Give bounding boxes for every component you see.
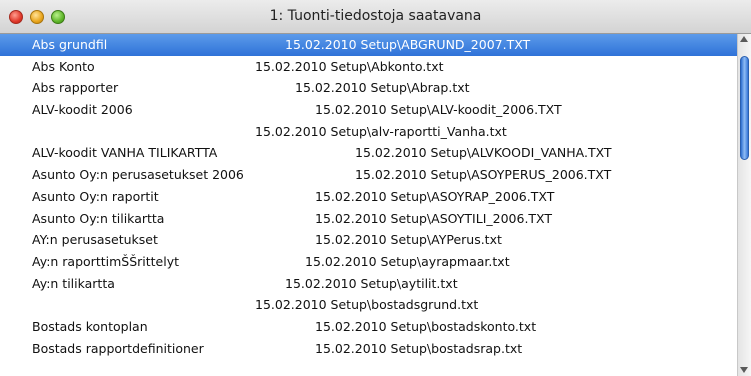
- list-item-name: Asunto Oy:n perusasetukset 2006: [32, 167, 244, 183]
- list-item-file-info: 15.02.2010 Setup\bostadskonto.txt: [315, 318, 537, 334]
- list-item[interactable]: 15.02.2010 Setup\bostadsgrund.txt: [0, 294, 737, 316]
- list-item-name: Bostads kontoplan: [32, 318, 148, 334]
- list-item-file-info: 15.02.2010 Setup\aytilit.txt: [285, 275, 458, 291]
- list-item-file-info: 15.02.2010 Setup\Abrap.txt: [295, 80, 470, 96]
- scroll-thumb[interactable]: [740, 56, 749, 160]
- scroll-up-arrow-icon[interactable]: [740, 36, 748, 42]
- list-item[interactable]: ALV-koodit 2006 15.02.2010 Setup\ALV-kood…: [0, 99, 737, 121]
- list-item-file-info: 15.02.2010 Setup\ALV-koodit_2006.TXT: [315, 102, 562, 118]
- list-item-name: ALV-koodit VANHA TILIKARTTA: [32, 145, 218, 161]
- list-item-name: Ay:n tilikartta: [32, 275, 115, 291]
- list-item-name: Asunto Oy:n raportit: [32, 188, 159, 204]
- list-item[interactable]: Bostads rapportdefinitioner 15.02.2010 Se…: [0, 338, 737, 360]
- list-item-name: Abs rapporter: [32, 80, 119, 96]
- list-item-name: Ay:n raporttimŠŠrittelyt: [32, 253, 180, 269]
- list-item-file-info: 15.02.2010 Setup\ASOYRAP_2006.TXT: [315, 188, 555, 204]
- list-item-name: ALV-koodit 2006: [32, 102, 133, 118]
- list-item-name: Bostads rapportdefinitioner: [32, 340, 204, 356]
- list-item[interactable]: Bostads kontoplan 15.02.2010 Setup\bostad…: [0, 316, 737, 338]
- vertical-scrollbar[interactable]: [737, 34, 751, 376]
- list-item[interactable]: 15.02.2010 Setup\alv-raportti_Vanha.txt: [0, 121, 737, 143]
- list-item-name: Abs Konto: [32, 58, 95, 74]
- list-item[interactable]: AY:n perusasetukset 15.02.2010 Setup\AYPe…: [0, 229, 737, 251]
- list-item-file-info: 15.02.2010 Setup\ABGRUND_2007.TXT: [285, 37, 531, 52]
- list-item[interactable]: Ay:n tilikartta 15.02.2010 Setup\aytilit.…: [0, 273, 737, 295]
- list-item-file-info: 15.02.2010 Setup\bostadsgrund.txt: [255, 297, 479, 313]
- list-item[interactable]: Asunto Oy:n tilikartta 15.02.2010 Setup\A…: [0, 208, 737, 230]
- window-title: 1: Tuonti-tiedostoja saatavana: [269, 8, 482, 24]
- list-item-file-info: 15.02.2010 Setup\ayrapmaar.txt: [305, 253, 510, 269]
- list-item-file-info: 15.02.2010 Setup\ASOYPERUS_2006.TXT: [355, 167, 612, 183]
- list-item-name: Asunto Oy:n tilikartta: [32, 210, 165, 226]
- minimize-window-icon[interactable]: [30, 10, 44, 24]
- list-item-file-info: 15.02.2010 Setup\ASOYTILI_2006.TXT: [315, 210, 553, 226]
- list-item[interactable]: Asunto Oy:n raportit 15.02.2010 Setup\ASO…: [0, 186, 737, 208]
- list-item-file-info: 15.02.2010 Setup\bostadsrap.txt: [315, 340, 523, 356]
- list-item-file-info: 15.02.2010 Setup\AYPerus.txt: [315, 232, 502, 248]
- zoom-window-icon[interactable]: [51, 10, 65, 24]
- list-item-name: Abs grundfil: [32, 37, 108, 52]
- list-item-file-info: 15.02.2010 Setup\Abkonto.txt: [255, 58, 444, 74]
- list-item-file-info: 15.02.2010 Setup\ALVKOODI_VANHA.TXT: [355, 145, 612, 161]
- list-item-name: AY:n perusasetukset: [32, 232, 158, 248]
- list-item[interactable]: Ay:n raporttimŠŠrittelyt 15.02.2010 Setup…: [0, 251, 737, 273]
- list-item[interactable]: Abs grundfil 15.02.2010 Setup\ABGRUND_200…: [0, 34, 737, 56]
- scroll-down-arrow-icon[interactable]: [740, 367, 748, 373]
- list-item-file-info: 15.02.2010 Setup\alv-raportti_Vanha.txt: [255, 123, 507, 139]
- list-item[interactable]: Abs Konto 15.02.2010 Setup\Abkonto.txt: [0, 56, 737, 78]
- close-window-icon[interactable]: [9, 10, 23, 24]
- list-item[interactable]: ALV-koodit VANHA TILIKARTTA 15.02.2010 Se…: [0, 142, 737, 164]
- title-bar[interactable]: 1: Tuonti-tiedostoja saatavana: [0, 0, 751, 34]
- app-window: 1: Tuonti-tiedostoja saatavana Abs grund…: [0, 0, 751, 376]
- list-item[interactable]: Asunto Oy:n perusasetukset 2006 15.02.201…: [0, 164, 737, 186]
- import-file-list[interactable]: Abs grundfil 15.02.2010 Setup\ABGRUND_200…: [0, 34, 737, 376]
- list-item[interactable]: Abs rapporter 15.02.2010 Setup\Abrap.txt: [0, 77, 737, 99]
